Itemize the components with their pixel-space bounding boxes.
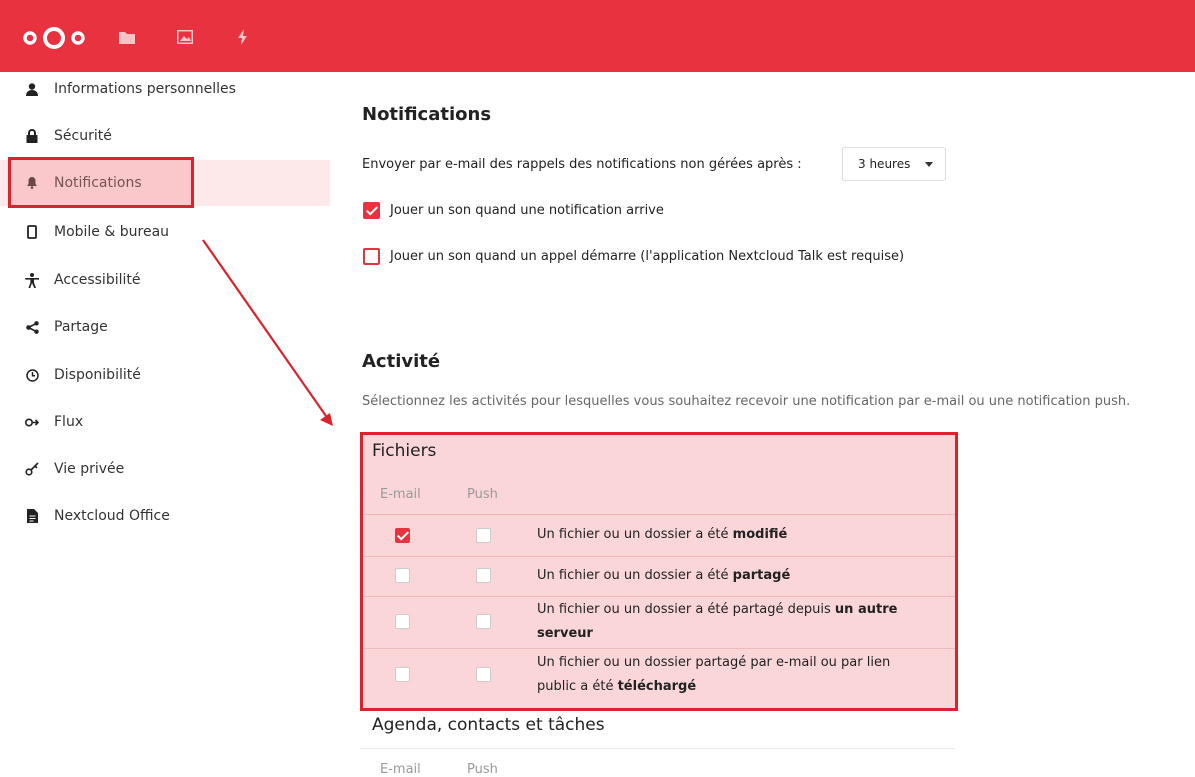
column-header-email: E-mail (380, 762, 421, 777)
sidebar-item-accessibility[interactable]: Accessibilité (0, 257, 330, 303)
sidebar-item-security[interactable]: Sécurité (0, 113, 330, 159)
flux-icon (24, 414, 40, 430)
files-downloaded-push-checkbox[interactable] (476, 667, 491, 682)
sidebar-item-label: Accessibilité (54, 272, 141, 288)
sidebar-item-label: Flux (54, 414, 84, 430)
files-shared-email-checkbox[interactable] (395, 568, 410, 583)
sound-call-checkbox[interactable] (363, 248, 380, 265)
row-text: public a été (537, 679, 618, 694)
files-remote-share-email-checkbox[interactable] (395, 614, 410, 629)
chevron-down-icon (925, 162, 933, 167)
sound-notification-checkbox[interactable] (363, 202, 380, 219)
row-text-bold: partagé (732, 568, 791, 583)
sidebar-item-mobile-desktop[interactable]: Mobile & bureau (0, 209, 330, 255)
table-row: Un fichier ou un dossier a été modifié (537, 523, 937, 547)
accessibility-icon (24, 272, 40, 288)
files-downloaded-email-checkbox[interactable] (395, 667, 410, 682)
sidebar-item-nextcloud-office[interactable]: Nextcloud Office (0, 493, 330, 539)
column-header-email: E-mail (380, 487, 421, 502)
key-icon (24, 461, 40, 477)
table-divider (363, 648, 955, 649)
highlight-box-notifications (8, 157, 194, 208)
activity-icon[interactable] (234, 28, 252, 46)
person-icon (24, 81, 40, 97)
sidebar-item-label: Nextcloud Office (54, 508, 170, 524)
activity-title: Activité (362, 351, 441, 372)
sidebar-item-label: Informations personnelles (54, 81, 236, 97)
lock-icon (24, 128, 40, 144)
sidebar-item-flux[interactable]: Flux (0, 399, 330, 445)
files-modified-push-checkbox[interactable] (476, 528, 491, 543)
email-reminder-select[interactable]: 3 heures (842, 147, 946, 181)
table-row: Un fichier ou un dossier partagé par e-m… (537, 651, 937, 699)
sidebar-item-personal-info[interactable]: Informations personnelles (0, 66, 330, 112)
row-text-bold: téléchargé (617, 679, 697, 694)
row-text: Un fichier ou un dossier a été (537, 568, 733, 583)
sidebar-item-label: Vie privée (54, 461, 125, 477)
table-row: Un fichier ou un dossier a été partagé (537, 564, 937, 588)
sidebar-item-privacy[interactable]: Vie privée (0, 446, 330, 492)
files-remote-share-push-checkbox[interactable] (476, 614, 491, 629)
top-bar (0, 0, 1195, 72)
row-text: Un fichier ou un dossier partagé par e-m… (537, 655, 891, 670)
table-divider (363, 556, 955, 557)
sidebar-item-label: Sécurité (54, 128, 112, 144)
email-reminder-value: 3 heures (858, 157, 911, 171)
phone-icon (24, 224, 40, 240)
table-divider (363, 514, 955, 515)
sidebar-item-availability[interactable]: Disponibilité (0, 352, 330, 398)
sound-call-label: Jouer un son quand un appel démarre (l'a… (390, 249, 905, 264)
table-row: Un fichier ou un dossier a été partagé d… (537, 598, 937, 646)
files-icon[interactable] (118, 28, 136, 46)
document-icon (24, 508, 40, 524)
row-text-bold: modifié (732, 527, 788, 542)
email-reminder-label: Envoyer par e-mail des rappels des notif… (362, 157, 802, 172)
column-header-push: Push (467, 762, 498, 777)
files-shared-push-checkbox[interactable] (476, 568, 491, 583)
row-text: Un fichier ou un dossier a été partagé d… (537, 602, 835, 617)
group-title-files: Fichiers (372, 441, 437, 461)
sidebar-item-label: Disponibilité (54, 367, 141, 383)
clock-icon (24, 367, 40, 383)
files-modified-email-checkbox[interactable] (395, 528, 410, 543)
photos-icon[interactable] (176, 28, 194, 46)
nextcloud-logo[interactable] (22, 26, 86, 50)
activity-description: Sélectionnez les activités pour lesquell… (362, 394, 1131, 409)
row-text-bold: serveur (537, 626, 593, 641)
table-divider (360, 748, 955, 749)
group-title-calendar: Agenda, contacts et tâches (372, 715, 605, 735)
sidebar-item-sharing[interactable]: Partage (0, 304, 330, 350)
sidebar-item-label: Mobile & bureau (54, 224, 170, 240)
row-text: Un fichier ou un dossier a été (537, 527, 733, 542)
sidebar-item-label: Partage (54, 319, 108, 335)
notifications-title: Notifications (362, 104, 492, 125)
row-text-bold: un autre (834, 602, 898, 617)
share-icon (24, 319, 40, 335)
table-divider (363, 596, 955, 597)
sound-notification-label: Jouer un son quand une notification arri… (390, 203, 664, 218)
column-header-push: Push (467, 487, 498, 502)
